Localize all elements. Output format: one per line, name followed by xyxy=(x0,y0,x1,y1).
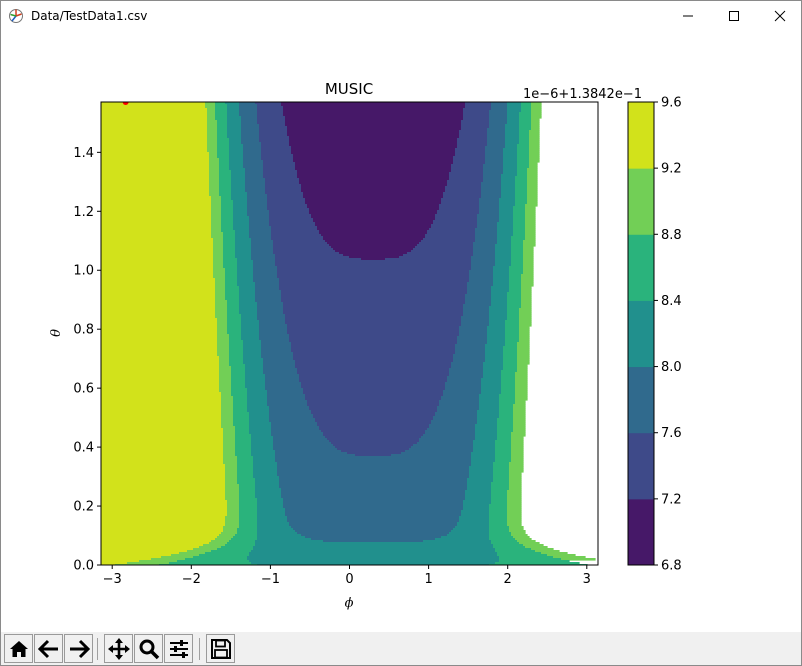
y-tick-label: 0.0 xyxy=(73,559,94,574)
y-tick-label: 0.4 xyxy=(73,441,94,456)
y-tick-label: 0.6 xyxy=(73,382,94,397)
x-tick-label: −2 xyxy=(182,572,201,587)
y-tick-label: 0.2 xyxy=(73,500,94,515)
colorbar-offset-label: 1e−6+1.3842e−1 xyxy=(523,87,642,102)
home-icon xyxy=(9,640,28,657)
x-tick-label: 2 xyxy=(504,572,512,587)
maximize-button[interactable] xyxy=(711,1,757,31)
close-button[interactable] xyxy=(757,1,802,31)
x-tick-label: −3 xyxy=(103,572,122,587)
navigation-toolbar xyxy=(1,632,801,665)
y-axis-label: θ xyxy=(49,329,64,337)
y-tick-label: 1.2 xyxy=(73,205,94,220)
sliders-icon xyxy=(169,639,188,658)
colorbar-segment xyxy=(628,432,654,500)
x-tick-label: 0 xyxy=(345,572,353,587)
x-tick-label: 3 xyxy=(583,572,591,587)
arrow-left-icon xyxy=(37,639,58,658)
home-button[interactable] xyxy=(4,634,33,663)
arrow-right-icon xyxy=(69,639,90,658)
colorbar-tick-label: 9.6 xyxy=(661,96,682,111)
figure-canvas[interactable]: −3 −2 −1 0 1 2 3 0.0 0.2 0.4 0.6 0.8 1.0 1.2 1.4 MUSI… xyxy=(1,31,801,632)
pan-button[interactable] xyxy=(104,634,133,663)
colorbar-segment xyxy=(628,300,654,368)
toolbar-separator xyxy=(199,638,200,660)
colorbar-segment xyxy=(628,168,654,235)
minimize-button[interactable] xyxy=(665,1,711,31)
x-axis: −3 −2 −1 0 1 2 3 xyxy=(103,565,591,587)
back-button[interactable] xyxy=(34,634,63,663)
colorbar-segment xyxy=(628,498,654,566)
colorbar-tick-label: 6.8 xyxy=(661,559,682,574)
close-icon xyxy=(774,10,786,22)
colorbar-tick-label: 7.6 xyxy=(661,426,682,441)
y-tick-label: 1.4 xyxy=(73,146,94,161)
colorbar-tick-label: 8.0 xyxy=(661,360,682,375)
colorbar-segment xyxy=(628,234,654,301)
minimize-icon xyxy=(683,15,693,17)
toolbar-separator xyxy=(97,638,98,660)
y-tick-label: 1.0 xyxy=(73,264,94,279)
colorbar-segment xyxy=(628,102,654,169)
colorbar-tick-label: 8.8 xyxy=(661,228,682,243)
floppy-disk-icon xyxy=(210,638,231,659)
colorbar-segment xyxy=(628,366,654,434)
y-axis: 0.0 0.2 0.4 0.6 0.8 1.0 1.2 1.4 xyxy=(73,146,101,574)
maximize-icon xyxy=(729,11,739,21)
title-bar[interactable]: Data/TestData1.csv xyxy=(1,1,801,31)
colorbar: 6.8 7.2 7.6 8.0 8.4 8.8 9.2 9.6 xyxy=(627,96,682,574)
forward-button[interactable] xyxy=(64,634,93,663)
y-tick-label: 0.8 xyxy=(73,323,94,338)
colorbar-tick-label: 8.4 xyxy=(661,294,682,309)
magnifier-icon xyxy=(139,639,159,659)
x-axis-label: ϕ xyxy=(345,596,354,611)
x-tick-label: −1 xyxy=(261,572,280,587)
contour-fill-layer xyxy=(101,102,596,565)
x-tick-label: 1 xyxy=(424,572,432,587)
zoom-button[interactable] xyxy=(134,634,163,663)
chart-title: MUSIC xyxy=(325,80,373,98)
window-title: Data/TestData1.csv xyxy=(31,9,148,23)
colorbar-tick-label: 9.2 xyxy=(661,162,682,177)
app-icon xyxy=(9,9,23,23)
move-icon xyxy=(107,637,130,660)
contour-chart[interactable]: −3 −2 −1 0 1 2 3 0.0 0.2 0.4 0.6 0.8 1.0 1.2 1.4 MUSI… xyxy=(1,31,801,632)
save-button[interactable] xyxy=(206,634,235,663)
colorbar-tick-label: 7.2 xyxy=(661,492,682,507)
configure-subplots-button[interactable] xyxy=(164,634,193,663)
